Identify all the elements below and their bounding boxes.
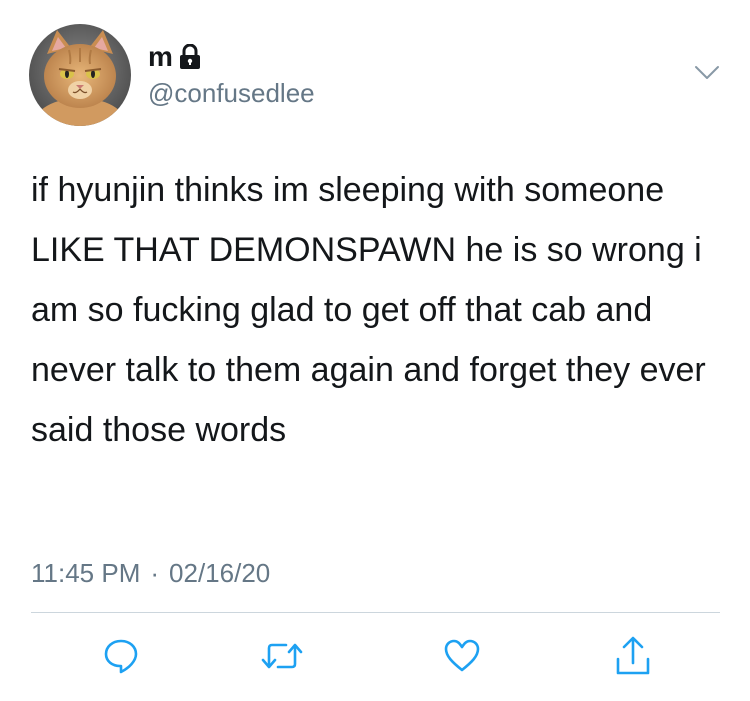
lock-icon [179, 43, 201, 70]
tweet-text: if hyunjin thinks im sleeping with someo… [31, 171, 706, 449]
reply-icon [104, 639, 138, 674]
retweet-icon [261, 643, 303, 669]
user-handle[interactable]: @confusedlee [148, 80, 315, 106]
avatar[interactable] [29, 24, 131, 126]
chevron-down-icon[interactable] [694, 64, 720, 82]
cat-avatar-icon [29, 24, 131, 126]
heart-icon [444, 639, 480, 672]
like-button[interactable] [438, 632, 486, 680]
divider [31, 612, 720, 613]
tweet-date: 02/16/20 [169, 558, 271, 588]
display-name[interactable]: m [148, 43, 173, 71]
retweet-button[interactable] [258, 632, 306, 680]
tweet-card: m @confusedlee if hyunjin thinks im slee… [0, 0, 750, 701]
user-name-row[interactable]: m [148, 40, 201, 74]
action-bar [0, 632, 750, 682]
share-button[interactable] [609, 632, 657, 680]
share-icon [616, 636, 650, 675]
reply-button[interactable] [97, 632, 145, 680]
tweet-time: 11:45 PM [31, 558, 141, 588]
tweet-timestamp[interactable]: 11:45 PM · 02/16/20 [31, 556, 270, 590]
timestamp-separator: · [150, 558, 160, 588]
